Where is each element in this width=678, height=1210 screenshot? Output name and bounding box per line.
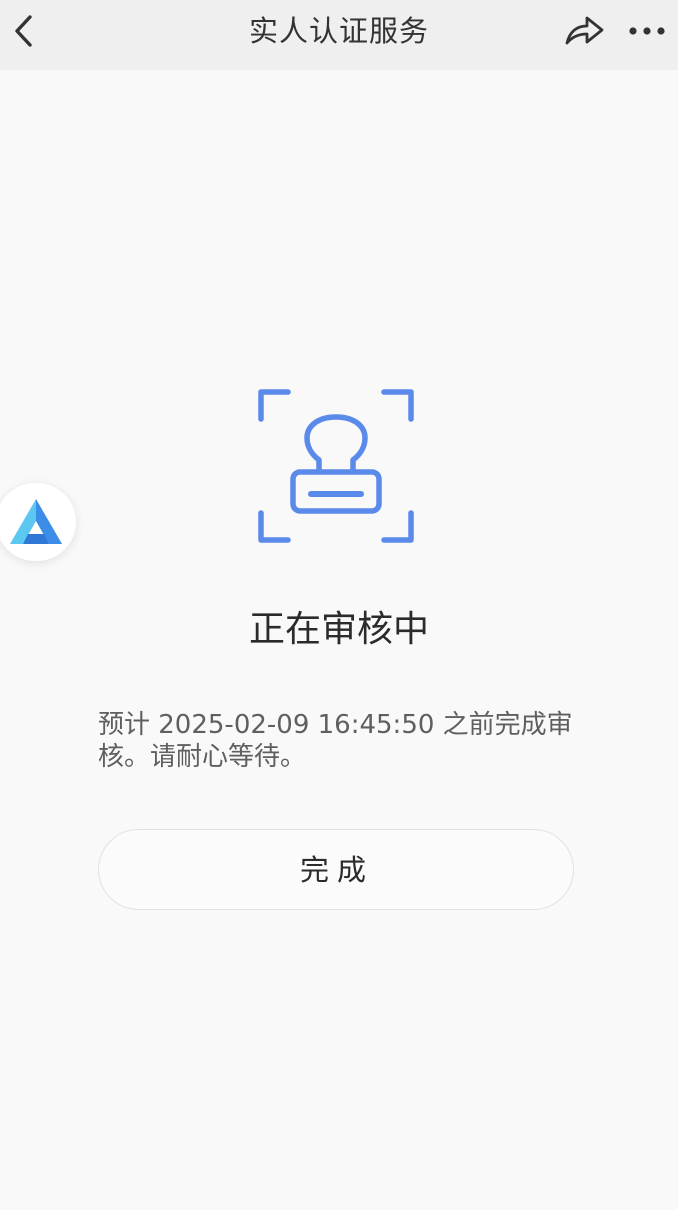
- stamp-in-frame-icon: [258, 389, 414, 543]
- app-logo-triangle-icon: [10, 499, 62, 544]
- more-dots-icon: [629, 27, 665, 35]
- navigation-bar: 实人认证服务: [0, 0, 678, 70]
- more-button[interactable]: [620, 10, 674, 52]
- floating-app-button[interactable]: [0, 483, 76, 561]
- review-status-illustration: [256, 387, 416, 545]
- status-description: 预计 2025-02-09 16:45:50 之前完成审核。请耐心等待。: [98, 710, 573, 772]
- share-button[interactable]: [560, 10, 610, 52]
- share-icon: [565, 16, 604, 45]
- status-title: 正在审核中: [248, 609, 429, 650]
- done-button[interactable]: 完成: [98, 829, 574, 910]
